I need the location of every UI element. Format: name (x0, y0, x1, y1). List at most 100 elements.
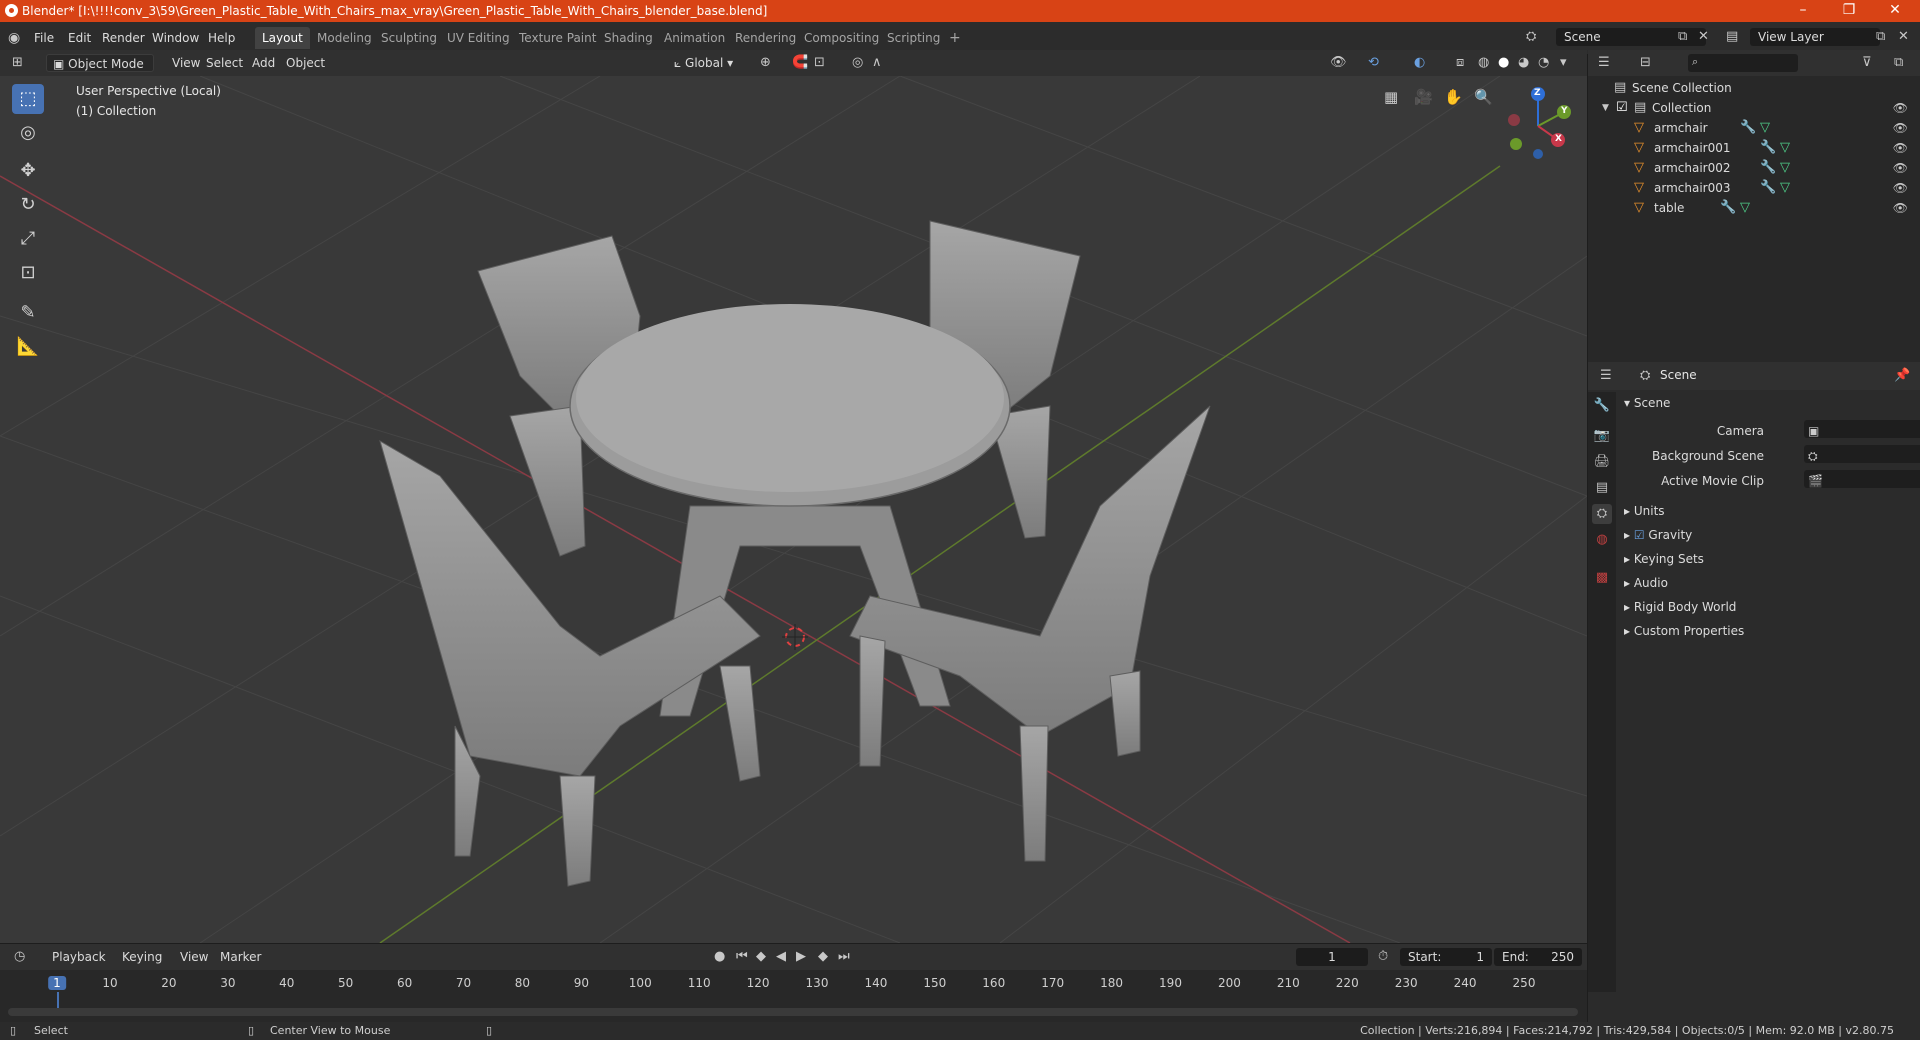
play-icon[interactable]: ▶ (796, 949, 806, 964)
close-button[interactable]: ✕ (1872, 0, 1918, 22)
measure-tool-icon[interactable]: 📐 (12, 332, 44, 362)
tab-animation[interactable]: Animation (657, 27, 732, 49)
custom-properties-panel[interactable]: ▸ Custom Properties (1624, 620, 1914, 642)
select-box-tool-icon[interactable]: ⬚ (12, 84, 44, 114)
snap-target-icon[interactable]: ⊡ (814, 55, 825, 70)
scene-properties-tab-icon[interactable]: ⛭ (1592, 504, 1612, 524)
viewport-menu-add[interactable]: Add (246, 54, 281, 72)
menu-render[interactable]: Render (98, 29, 149, 47)
background-scene-field[interactable]: ⛭ (1804, 445, 1920, 463)
eye-icon[interactable]: 👁 (1893, 118, 1908, 138)
scale-tool-icon[interactable]: ⤢ (12, 224, 44, 254)
pan-hand-icon[interactable]: ✋ (1444, 88, 1463, 106)
timeline-ruler[interactable]: 1 10 20 30 40 50 60 70 80 90 100 110 120 130 140 150 160… (0, 972, 1587, 1014)
camera-view-icon[interactable]: 🎥 (1414, 88, 1433, 106)
checkbox-icon[interactable]: ☑ (1616, 98, 1628, 118)
snap-icon[interactable]: 🧲 (792, 55, 808, 70)
menu-window[interactable]: Window (148, 29, 203, 47)
xray-icon[interactable]: ⧈ (1456, 55, 1464, 70)
annotate-tool-icon[interactable]: ✎ (12, 298, 44, 328)
mesh-data-icon[interactable]: ▽ (1780, 178, 1790, 198)
delete-view-layer-icon[interactable]: ✕ (1898, 29, 1909, 44)
display-mode-icon[interactable]: ⊟ (1640, 55, 1651, 70)
keying-sets-panel[interactable]: ▸ Keying Sets (1624, 548, 1914, 570)
timeline-scrollbar[interactable] (8, 1008, 1578, 1016)
tab-modeling[interactable]: Modeling (310, 27, 379, 49)
jump-end-icon[interactable]: ⏭ (838, 949, 850, 964)
outliner-row-object[interactable]: ▽ armchair 🔧 ▽ 👁 (1588, 118, 1920, 138)
transform-orientation[interactable]: ⟀ Global ▾ (668, 54, 739, 72)
mesh-data-icon[interactable]: ▽ (1740, 198, 1750, 218)
gravity-checkbox[interactable]: ☑ (1634, 528, 1649, 542)
end-frame-field[interactable]: End: 250 (1494, 948, 1582, 966)
gizmo-neg-z-handle[interactable] (1533, 149, 1543, 159)
editor-type-icon[interactable]: ⊞ (12, 55, 23, 70)
eye-icon[interactable]: 👁 (1893, 198, 1908, 218)
audio-panel[interactable]: ▸ Audio (1624, 572, 1914, 594)
next-keyframe-icon[interactable]: ◆ (818, 949, 828, 964)
material-shading-icon[interactable]: ◕ (1518, 55, 1529, 70)
3d-viewport[interactable]: User Perspective (Local) (1) Collection … (0, 76, 1587, 943)
gravity-panel[interactable]: ▸ ☑ Gravity (1624, 524, 1914, 546)
maximize-button[interactable]: ❐ (1826, 0, 1872, 22)
tab-shading[interactable]: Shading (597, 27, 660, 49)
menu-file[interactable]: File (30, 29, 58, 47)
modifier-icon[interactable]: 🔧 (1760, 138, 1776, 158)
toggle-grid-icon[interactable]: ▦ (1384, 88, 1398, 106)
new-view-layer-icon[interactable]: ⧉ (1876, 29, 1885, 44)
timeline-menu-playback[interactable]: Playback (46, 948, 112, 966)
proportional-edit-icon[interactable]: ◎ (852, 55, 863, 70)
eye-icon[interactable]: 👁 (1893, 158, 1908, 178)
outliner-row-object[interactable]: ▽ table 🔧 ▽ 👁 (1588, 198, 1920, 218)
prev-keyframe-icon[interactable]: ◆ (756, 949, 766, 964)
falloff-icon[interactable]: ∧ (872, 55, 882, 70)
pin-icon[interactable]: 📌 (1894, 368, 1910, 383)
delete-scene-icon[interactable]: ✕ (1698, 29, 1709, 44)
timeline-menu-marker[interactable]: Marker (214, 948, 267, 966)
outliner-row-collection[interactable]: ▼ ☑ ▤ Collection 👁 (1588, 98, 1920, 118)
mode-selector[interactable]: ▣ Object Mode ▾ (46, 54, 154, 89)
solid-shading-icon[interactable]: ● (1498, 55, 1509, 70)
viewport-menu-select[interactable]: Select (200, 54, 249, 72)
tab-layout[interactable]: Layout (255, 27, 310, 49)
tool-tab-icon[interactable]: 🔧 (1592, 396, 1612, 416)
new-collection-icon[interactable]: ⧉ (1894, 55, 1903, 70)
mesh-data-icon[interactable]: ▽ (1780, 158, 1790, 178)
preview-range-icon[interactable]: ⏱ (1378, 949, 1388, 964)
transform-tool-icon[interactable]: ⊡ (12, 258, 44, 288)
tab-texture-paint[interactable]: Texture Paint (512, 27, 603, 49)
start-frame-field[interactable]: Start: 1 (1400, 948, 1492, 966)
eye-icon[interactable]: 👁 (1893, 138, 1908, 158)
gizmo-toggle-icon[interactable]: ⟲ (1368, 55, 1379, 70)
timeline-editor-icon[interactable]: ◷ (14, 949, 25, 964)
gizmo-neg-y-handle[interactable] (1510, 138, 1522, 150)
units-panel[interactable]: ▸ Units (1624, 500, 1914, 522)
timeline-menu-keying[interactable]: Keying (116, 948, 168, 966)
tab-uv-editing[interactable]: UV Editing (440, 27, 517, 49)
modifier-icon[interactable]: 🔧 (1760, 178, 1776, 198)
outliner-row-object[interactable]: ▽ armchair001 🔧 ▽ 👁 (1588, 138, 1920, 158)
outliner-row-object[interactable]: ▽ armchair002 🔧 ▽ 👁 (1588, 158, 1920, 178)
mesh-data-icon[interactable]: ▽ (1780, 138, 1790, 158)
outliner-row-scene-collection[interactable]: ▤ Scene Collection (1588, 78, 1920, 98)
add-workspace-button[interactable]: + (942, 27, 968, 49)
tab-rendering[interactable]: Rendering (728, 27, 803, 49)
modifier-icon[interactable]: 🔧 (1720, 198, 1736, 218)
filter-icon[interactable]: ⊽ (1862, 55, 1872, 70)
cursor-tool-icon[interactable]: ◎ (12, 118, 44, 148)
texture-tab-icon[interactable]: ▩ (1592, 568, 1612, 588)
view-layer-selector[interactable]: View Layer (1750, 28, 1880, 46)
minimize-button[interactable]: – (1780, 0, 1826, 22)
camera-field[interactable]: ▣✒ (1804, 420, 1920, 438)
properties-editor-icon[interactable]: ☰ (1600, 368, 1612, 383)
render-tab-icon[interactable]: 📷 (1592, 426, 1612, 446)
move-tool-icon[interactable]: ✥ (12, 156, 44, 186)
viewport-menu-object[interactable]: Object (280, 54, 331, 72)
rendered-shading-icon[interactable]: ◔ (1538, 55, 1549, 70)
scene-panel-header[interactable]: ▾ Scene (1624, 392, 1914, 414)
tab-scripting[interactable]: Scripting (880, 27, 947, 49)
eye-icon[interactable]: 👁 (1893, 178, 1908, 198)
menu-edit[interactable]: Edit (64, 29, 95, 47)
jump-start-icon[interactable]: ⏮ (736, 949, 748, 964)
pivot-point-icon[interactable]: ⊕ (760, 55, 771, 70)
